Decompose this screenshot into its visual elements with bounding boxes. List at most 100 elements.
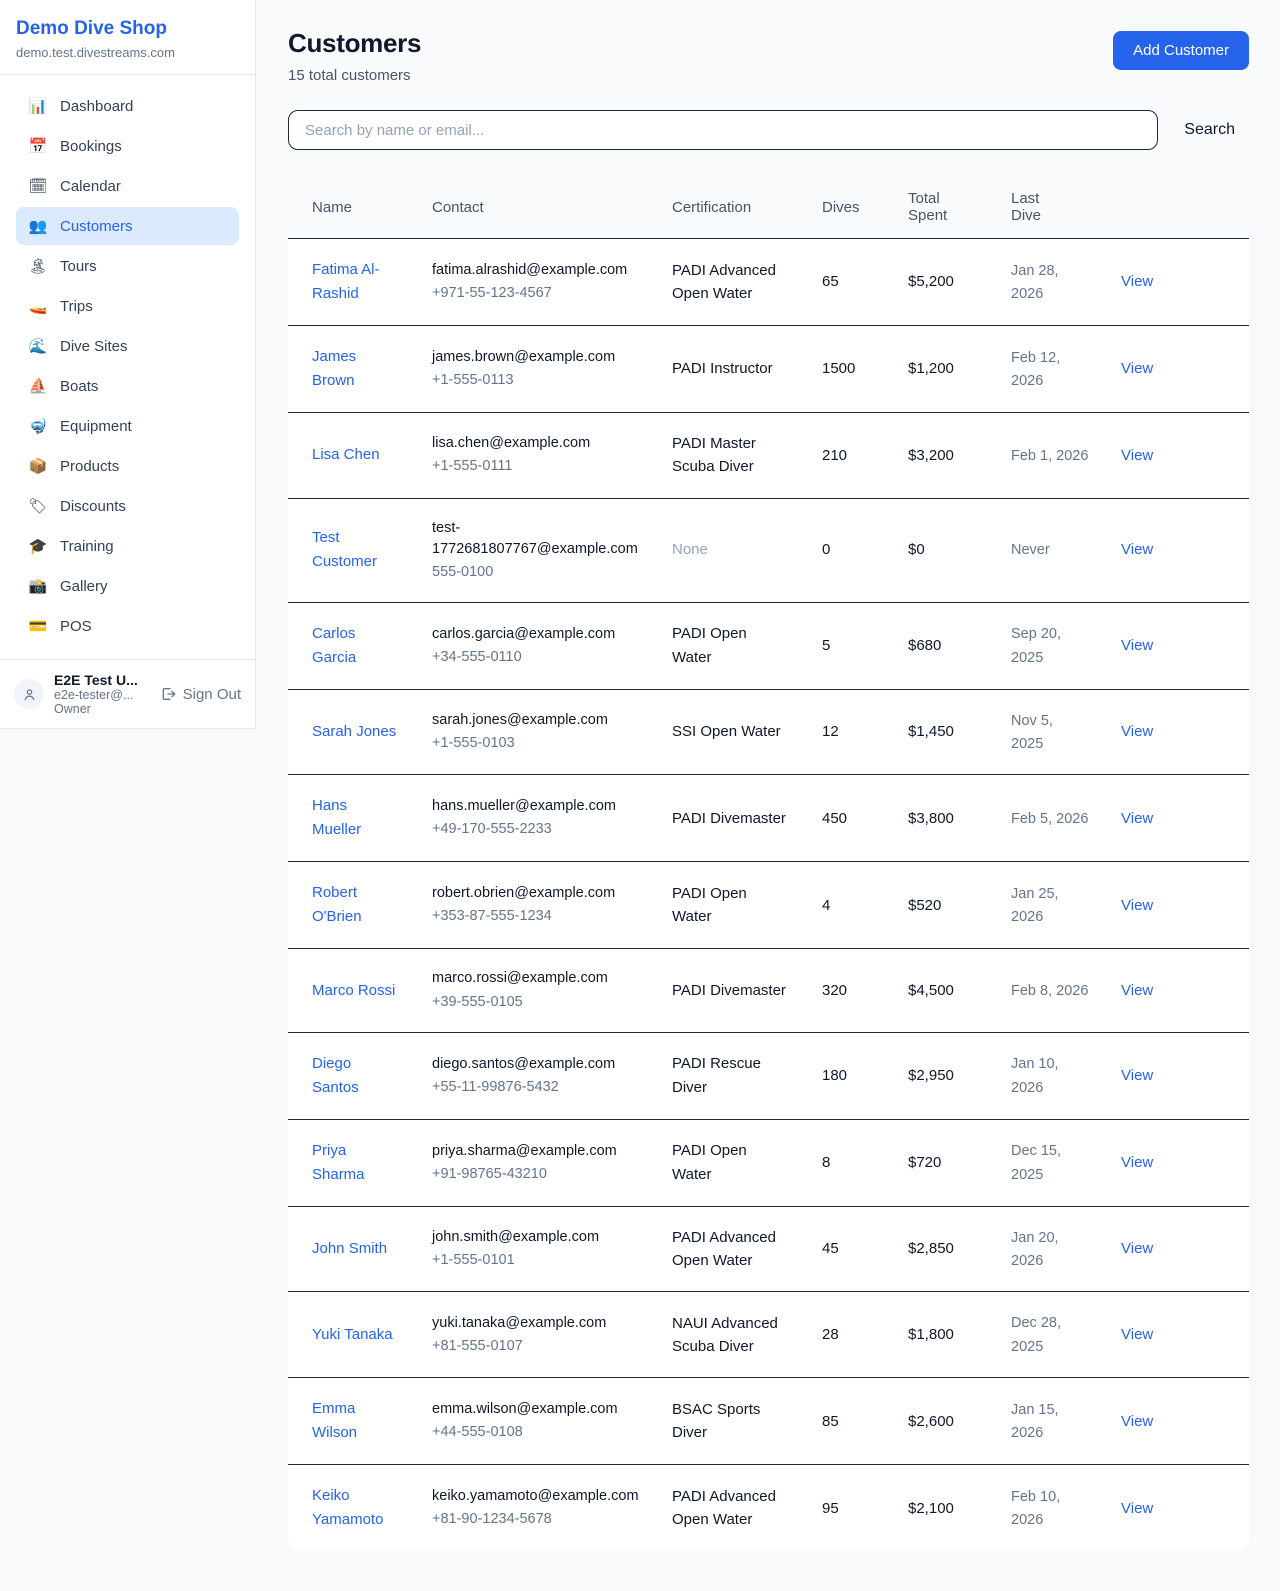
view-link[interactable]: View (1121, 360, 1153, 377)
last-dive-date: Jan 25, 2026 (1011, 886, 1059, 925)
view-link[interactable]: View (1121, 810, 1153, 827)
customer-phone: +1-555-0101 (432, 1250, 640, 1271)
certification: PADI Master Scuba Diver (672, 435, 756, 475)
sidebar-item-pos[interactable]: 💳 POS (16, 607, 239, 645)
customer-email: lisa.chen@example.com (432, 433, 640, 454)
total-spent: $4,500 (908, 982, 954, 999)
last-dive-date: Feb 10, 2026 (1011, 1489, 1060, 1528)
customer-name-link[interactable]: Diego Santos (312, 1052, 400, 1100)
customers-table-card: NameContactCertificationDivesTotal Spent… (288, 176, 1249, 1551)
sidebar-item-label: Dashboard (60, 98, 133, 115)
customer-name-link[interactable]: Emma Wilson (312, 1397, 400, 1445)
view-link[interactable]: View (1121, 447, 1153, 464)
dives-count: 450 (822, 810, 847, 827)
sidebar-item-dive-sites[interactable]: 🌊 Dive Sites (16, 327, 239, 365)
customer-name-link[interactable]: Marco Rossi (312, 979, 395, 1003)
customer-phone: +81-90-1234-5678 (432, 1509, 640, 1530)
customer-name-link[interactable]: Carlos Garcia (312, 622, 400, 670)
table-row: Yuki Tanaka yuki.tanaka@example.com +81-… (288, 1292, 1249, 1378)
certification: NAUI Advanced Scuba Diver (672, 1315, 778, 1355)
avatar (14, 679, 44, 709)
view-link[interactable]: View (1121, 897, 1153, 914)
customer-email: diego.santos@example.com (432, 1054, 640, 1075)
sidebar-item-trips[interactable]: 🚤 Trips (16, 287, 239, 325)
sidebar: Demo Dive Shop demo.test.divestreams.com… (0, 0, 256, 729)
customer-name-link[interactable]: Yuki Tanaka (312, 1323, 393, 1347)
sidebar-item-training[interactable]: 🎓 Training (16, 527, 239, 565)
search-button[interactable]: Search (1170, 113, 1249, 147)
sidebar-item-boats[interactable]: ⛵ Boats (16, 367, 239, 405)
user-box: E2E Test U... e2e-tester@... Owner Sign … (0, 659, 255, 728)
customer-name-link[interactable]: Sarah Jones (312, 720, 396, 744)
certification: BSAC Sports Diver (672, 1401, 760, 1441)
customer-email: priya.sharma@example.com (432, 1141, 640, 1162)
last-dive-date: Feb 12, 2026 (1011, 350, 1060, 389)
customer-phone: +1-555-0111 (432, 456, 640, 477)
person-icon (22, 687, 37, 702)
dives-count: 1500 (822, 360, 855, 377)
sidebar-item-products[interactable]: 📦 Products (16, 447, 239, 485)
last-dive-date: Feb 1, 2026 (1011, 448, 1088, 464)
customer-name-link[interactable]: Keiko Yamamoto (312, 1484, 400, 1532)
page-header: Customers 15 total customers Add Custome… (288, 28, 1249, 84)
certification: PADI Rescue Diver (672, 1055, 761, 1095)
view-link[interactable]: View (1121, 637, 1153, 654)
customer-name-link[interactable]: Hans Mueller (312, 794, 400, 842)
view-link[interactable]: View (1121, 1500, 1153, 1517)
dives-count: 8 (822, 1154, 830, 1171)
table-row: John Smith john.smith@example.com +1-555… (288, 1206, 1249, 1292)
search-input[interactable] (288, 110, 1158, 150)
view-link[interactable]: View (1121, 1326, 1153, 1343)
last-dive-date: Jan 15, 2026 (1011, 1402, 1059, 1441)
sidebar-item-discounts[interactable]: 🏷 Discounts (16, 487, 239, 525)
add-customer-button[interactable]: Add Customer (1113, 31, 1249, 70)
sidebar-item-dashboard[interactable]: 📊 Dashboard (16, 87, 239, 125)
sidebar-item-gallery[interactable]: 📸 Gallery (16, 567, 239, 605)
customer-name-link[interactable]: James Brown (312, 345, 400, 393)
customer-phone: +44-555-0108 (432, 1422, 640, 1443)
total-spent: $2,100 (908, 1500, 954, 1517)
dashboard-icon: 📊 (28, 97, 48, 115)
customer-name-link[interactable]: Robert O'Brien (312, 881, 400, 929)
last-dive-date: Jan 10, 2026 (1011, 1056, 1059, 1095)
customer-name-link[interactable]: Priya Sharma (312, 1139, 400, 1187)
certification: SSI Open Water (672, 723, 781, 740)
sidebar-item-customers[interactable]: 👥 Customers (16, 207, 239, 245)
customer-email: james.brown@example.com (432, 347, 640, 368)
view-link[interactable]: View (1121, 1154, 1153, 1171)
view-link[interactable]: View (1121, 1240, 1153, 1257)
view-link[interactable]: View (1121, 273, 1153, 290)
sidebar-item-label: Dive Sites (60, 338, 128, 355)
view-link[interactable]: View (1121, 541, 1153, 558)
customer-phone: +971-55-123-4567 (432, 283, 640, 304)
user-role: Owner (54, 702, 150, 716)
customer-name-link[interactable]: Fatima Al-Rashid (312, 258, 400, 306)
customers-table: NameContactCertificationDivesTotal Spent… (288, 176, 1249, 1551)
customer-name-link[interactable]: Lisa Chen (312, 443, 380, 467)
sign-out-button[interactable]: Sign Out (160, 686, 241, 703)
view-link[interactable]: View (1121, 1067, 1153, 1084)
bookings-icon: 📅 (28, 137, 48, 155)
dives-count: 210 (822, 447, 847, 464)
table-row: Marco Rossi marco.rossi@example.com +39-… (288, 949, 1249, 1032)
sidebar-item-tours[interactable]: 🏝 Tours (16, 247, 239, 285)
dives-count: 5 (822, 637, 830, 654)
customer-name-link[interactable]: John Smith (312, 1237, 387, 1261)
total-spent: $2,600 (908, 1413, 954, 1430)
table-row: Robert O'Brien robert.obrien@example.com… (288, 862, 1249, 949)
table-row: Keiko Yamamoto keiko.yamamoto@example.co… (288, 1465, 1249, 1552)
sidebar-item-equipment[interactable]: 🤿 Equipment (16, 407, 239, 445)
sidebar-item-label: Calendar (60, 178, 121, 195)
sidebar-item-calendar[interactable]: 🗓 Calendar (16, 167, 239, 205)
customers-icon: 👥 (28, 217, 48, 235)
table-row: Emma Wilson emma.wilson@example.com +44-… (288, 1378, 1249, 1465)
sidebar-item-bookings[interactable]: 📅 Bookings (16, 127, 239, 165)
customer-name-link[interactable]: Test Customer (312, 526, 400, 574)
view-link[interactable]: View (1121, 723, 1153, 740)
customer-email: emma.wilson@example.com (432, 1399, 640, 1420)
view-link[interactable]: View (1121, 1413, 1153, 1430)
certification: PADI Divemaster (672, 810, 786, 827)
customer-email: carlos.garcia@example.com (432, 624, 640, 645)
certification: PADI Instructor (672, 360, 773, 377)
view-link[interactable]: View (1121, 982, 1153, 999)
